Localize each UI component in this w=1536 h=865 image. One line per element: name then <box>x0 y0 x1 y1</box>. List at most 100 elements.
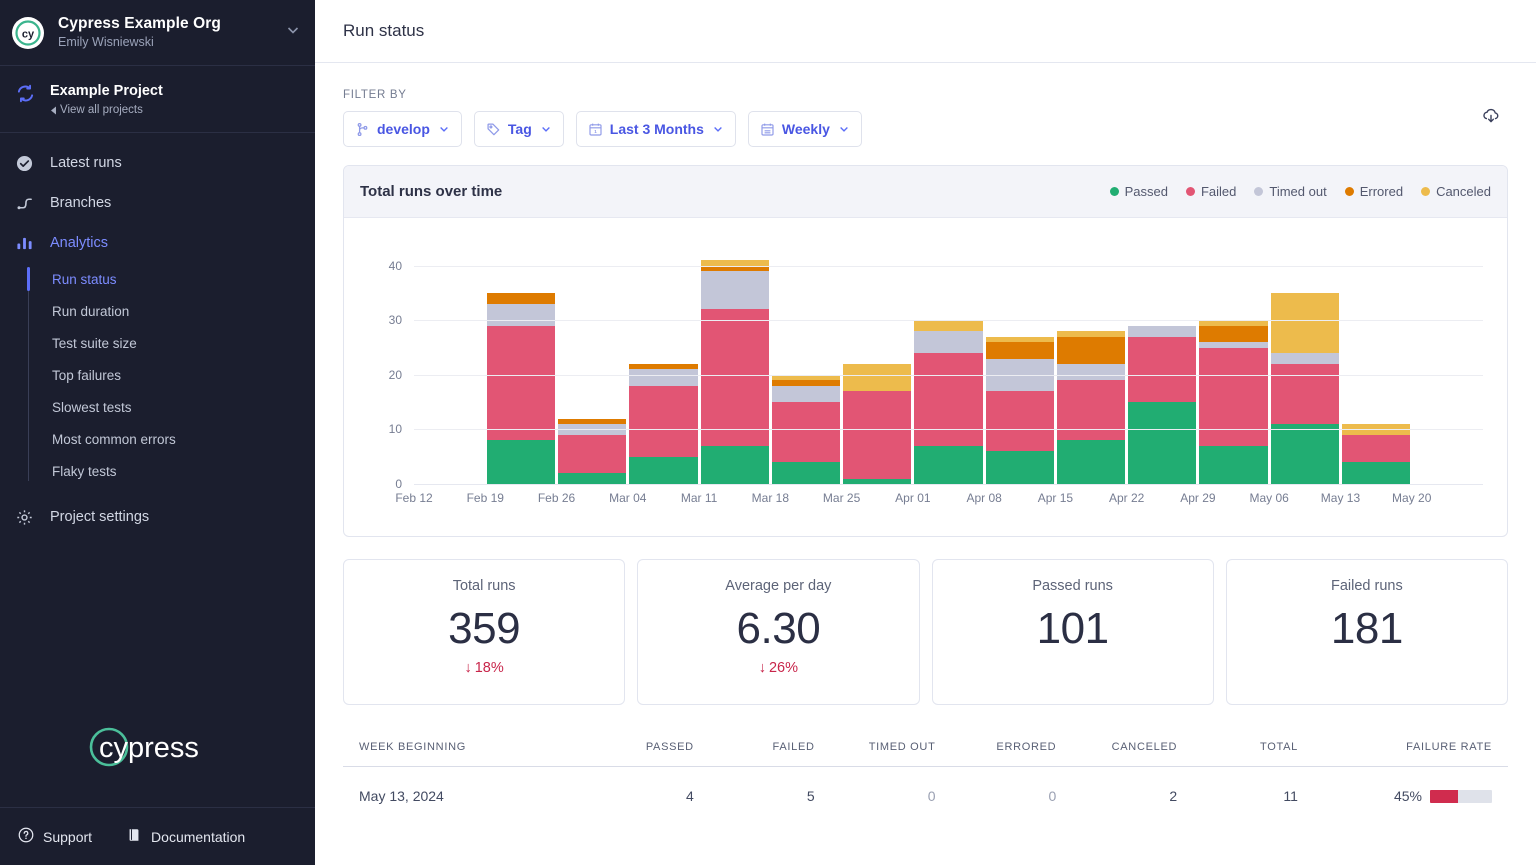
chart-bar-segment-failed[interactable] <box>701 309 769 445</box>
chart-bar-slot[interactable] <box>1198 244 1269 484</box>
chart-bar[interactable] <box>487 293 555 484</box>
chevron-down-icon[interactable] <box>712 123 724 135</box>
chart-bar-segment-failed[interactable] <box>1199 348 1267 446</box>
chart-bar-segment-timed-out[interactable] <box>1057 364 1125 380</box>
column-header-passed[interactable]: Passed <box>603 741 724 753</box>
chart-bar-slot[interactable] <box>1127 244 1198 484</box>
sidebar-item-latest-runs[interactable]: Latest runs <box>0 143 315 183</box>
chart-bar-segment-passed[interactable] <box>558 473 626 484</box>
chart-bar-segment-failed[interactable] <box>843 391 911 478</box>
chart-bar[interactable] <box>986 337 1054 484</box>
chart-bar-segment-passed[interactable] <box>914 446 982 484</box>
chart-bar-slot[interactable] <box>1269 244 1340 484</box>
column-header-failed[interactable]: Failed <box>724 741 845 753</box>
chart-bar[interactable] <box>914 320 982 484</box>
chevron-down-icon[interactable] <box>285 22 301 43</box>
chart-bar[interactable] <box>1128 326 1196 484</box>
column-header-total[interactable]: Total <box>1207 741 1328 753</box>
sidebar-item-run-duration[interactable]: Run duration <box>28 295 315 327</box>
view-all-projects-link[interactable]: View all projects <box>50 102 163 118</box>
sidebar-item-analytics[interactable]: Analytics <box>0 223 315 263</box>
sidebar-item-slowest-tests[interactable]: Slowest tests <box>28 391 315 423</box>
chart-bar-slot[interactable] <box>1055 244 1126 484</box>
chart-bar-segment-timed-out[interactable] <box>629 369 697 385</box>
chart-bar-segment-passed[interactable] <box>629 457 697 484</box>
chart-bar[interactable] <box>1271 293 1339 484</box>
cloud-download-icon[interactable] <box>1474 99 1508 133</box>
chart-bar-segment-passed[interactable] <box>1199 446 1267 484</box>
chart-bar[interactable] <box>558 419 626 484</box>
chart-bar-segment-failed[interactable] <box>1128 337 1196 402</box>
legend-item-timed-out[interactable]: Timed out <box>1254 184 1326 199</box>
chart-bar-segment-failed[interactable] <box>487 326 555 441</box>
chart-bar-slot[interactable] <box>628 244 699 484</box>
chart-bar-segment-failed[interactable] <box>986 391 1054 451</box>
legend-item-passed[interactable]: Passed <box>1110 184 1168 199</box>
chart-bar[interactable] <box>1057 331 1125 484</box>
column-header-timed-out[interactable]: Timed out <box>845 741 966 753</box>
legend-item-failed[interactable]: Failed <box>1186 184 1236 199</box>
legend-item-canceled[interactable]: Canceled <box>1421 184 1491 199</box>
chart-bar-segment-failed[interactable] <box>914 353 982 446</box>
chart-bar-segment-timed-out[interactable] <box>914 331 982 353</box>
chart-bar-slot[interactable] <box>557 244 628 484</box>
chart-bar-segment-passed[interactable] <box>1057 440 1125 484</box>
chart-bar-segment-canceled[interactable] <box>914 320 982 331</box>
chart-bar-slot[interactable] <box>485 244 556 484</box>
chart-bar-slot[interactable] <box>1412 244 1483 484</box>
chart-bar-segment-failed[interactable] <box>558 435 626 473</box>
chart-bar-slot[interactable] <box>699 244 770 484</box>
chart-bar-segment-failed[interactable] <box>1057 380 1125 440</box>
chart-bar-segment-timed-out[interactable] <box>487 304 555 326</box>
chart-bar-segment-failed[interactable] <box>629 386 697 457</box>
chevron-down-icon[interactable] <box>540 123 552 135</box>
support-link[interactable]: Support <box>18 827 92 846</box>
filter-tag[interactable]: Tag <box>474 111 564 147</box>
chart-bar-segment-errored[interactable] <box>986 342 1054 358</box>
chevron-down-icon[interactable] <box>838 123 850 135</box>
chart-bar-segment-passed[interactable] <box>1342 462 1410 484</box>
chart-bar-segment-errored[interactable] <box>1057 337 1125 364</box>
chart-bar-segment-canceled[interactable] <box>1271 293 1339 353</box>
column-header-canceled[interactable]: Canceled <box>1086 741 1207 753</box>
sidebar-item-flaky-tests[interactable]: Flaky tests <box>28 455 315 487</box>
chart-bar-slot[interactable] <box>913 244 984 484</box>
sidebar-item-run-status[interactable]: Run status <box>28 263 315 295</box>
chart-bar[interactable] <box>1342 424 1410 484</box>
chart-bar-segment-failed[interactable] <box>1271 364 1339 424</box>
sidebar-item-branches[interactable]: Branches <box>0 183 315 223</box>
chart-bar-slot[interactable] <box>842 244 913 484</box>
column-header-failure-rate[interactable]: Failure rate <box>1328 741 1508 753</box>
sidebar-item-top-failures[interactable]: Top failures <box>28 359 315 391</box>
sidebar-item-test-suite-size[interactable]: Test suite size <box>28 327 315 359</box>
legend-item-errored[interactable]: Errored <box>1345 184 1403 199</box>
chart-bar-segment-passed[interactable] <box>701 446 769 484</box>
chart-bar-segment-timed-out[interactable] <box>772 386 840 402</box>
sidebar-item-most-common-errors[interactable]: Most common errors <box>28 423 315 455</box>
org-switcher[interactable]: cy Cypress Example Org Emily Wisniewski <box>0 0 315 66</box>
chart-bar-segment-failed[interactable] <box>1342 435 1410 462</box>
chart-bar-segment-passed[interactable] <box>1128 402 1196 484</box>
documentation-link[interactable]: Documentation <box>126 827 245 846</box>
chart-bar-segment-passed[interactable] <box>986 451 1054 484</box>
chart-bar-segment-timed-out[interactable] <box>1128 326 1196 337</box>
chart-bar-segment-canceled[interactable] <box>843 364 911 391</box>
chart-bar-segment-passed[interactable] <box>772 462 840 484</box>
column-header-week[interactable]: Week beginning <box>343 741 603 753</box>
filter-branch[interactable]: develop <box>343 111 462 147</box>
table-row[interactable]: May 13, 2024450021145% <box>343 767 1508 825</box>
chart-bar[interactable] <box>701 260 769 484</box>
chart-bar[interactable] <box>843 364 911 484</box>
chart-bar-slot[interactable] <box>984 244 1055 484</box>
chart-bar-segment-passed[interactable] <box>487 440 555 484</box>
filter-date-range[interactable]: 1 Last 3 Months <box>576 111 736 147</box>
filter-granularity[interactable]: Weekly <box>748 111 862 147</box>
chart-bar-segment-timed-out[interactable] <box>701 271 769 309</box>
chart-bar-slot[interactable] <box>414 244 485 484</box>
sidebar-item-project-settings[interactable]: Project settings <box>0 497 315 537</box>
chart-bar-segment-passed[interactable] <box>1271 424 1339 484</box>
chevron-down-icon[interactable] <box>438 123 450 135</box>
chart-bar-slot[interactable] <box>1340 244 1411 484</box>
chart-bar-slot[interactable] <box>770 244 841 484</box>
chart-bar-segment-timed-out[interactable] <box>1271 353 1339 364</box>
